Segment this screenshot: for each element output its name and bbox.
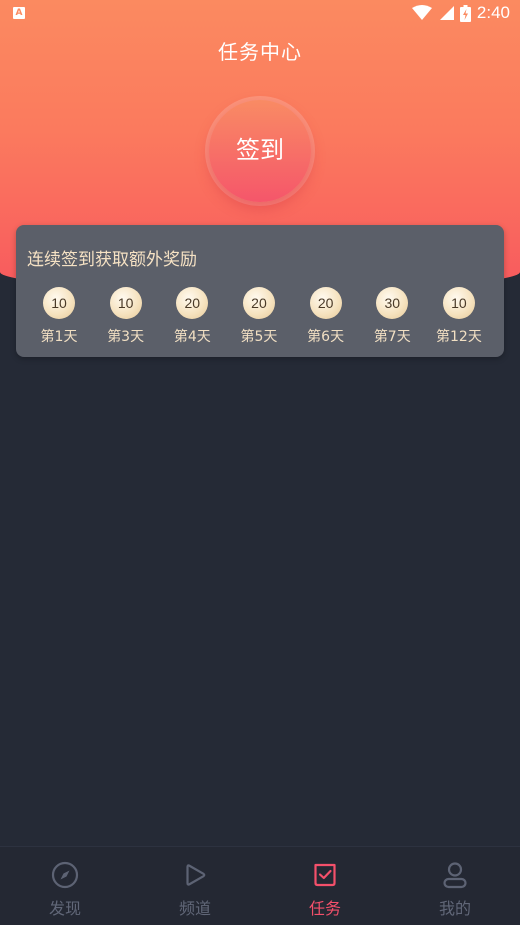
streak-reward-card: 连续签到获取额外奖励 10 第1天 10 第3天 20 第4天 20 第5天 2… <box>16 225 504 357</box>
task-check-icon <box>314 863 336 887</box>
user-icon <box>443 862 467 889</box>
reward-day-label: 第7天 <box>373 329 411 345</box>
wifi-icon <box>411 5 432 20</box>
reward-list: 10 第1天 10 第3天 20 第4天 20 第5天 20 第6天 30 第7… <box>26 287 492 346</box>
nav-item-discover[interactable]: 发现 <box>0 847 130 925</box>
reward-item: 10 第12天 <box>426 287 492 346</box>
app-notification-icon: A <box>13 7 25 19</box>
coin-badge: 10 <box>43 287 75 319</box>
battery-icon <box>459 4 471 22</box>
play-icon <box>186 864 206 886</box>
nav-item-profile[interactable]: 我的 <box>390 847 520 925</box>
reward-day-label: 第12天 <box>436 329 482 345</box>
reward-item: 20 第4天 <box>159 287 225 346</box>
nav-label: 我的 <box>438 899 471 918</box>
reward-day-label: 第4天 <box>173 329 211 345</box>
coin-badge: 30 <box>376 287 409 319</box>
compass-icon <box>51 861 79 889</box>
reward-day-label: 第6天 <box>307 329 345 345</box>
reward-card-title: 连续签到获取额外奖励 <box>27 250 197 270</box>
reward-day-label: 第5天 <box>240 329 278 345</box>
coin-badge: 20 <box>176 287 209 319</box>
signal-icon <box>439 6 454 20</box>
reward-item: 10 第3天 <box>93 287 159 346</box>
reward-item: 30 第7天 <box>359 287 425 346</box>
reward-item: 20 第5天 <box>226 287 292 346</box>
reward-item: 10 第1天 <box>26 287 92 346</box>
nav-label: 频道 <box>178 899 211 918</box>
coin-badge: 20 <box>309 287 342 319</box>
status-right: 2:40 <box>411 3 510 23</box>
status-time: 2:40 <box>476 3 510 22</box>
bottom-nav: 发现 频道 任务 我的 <box>0 846 520 925</box>
coin-badge: 10 <box>442 287 475 319</box>
coin-badge: 10 <box>109 287 142 319</box>
reward-day-label: 第1天 <box>40 329 78 345</box>
nav-label: 任务 <box>308 899 341 918</box>
reward-item: 20 第6天 <box>293 287 359 346</box>
page-title: 任务中心 <box>218 40 302 64</box>
reward-day-label: 第3天 <box>107 329 145 345</box>
nav-label: 发现 <box>48 899 81 918</box>
checkin-button[interactable]: 签到 <box>209 100 311 202</box>
nav-item-channel[interactable]: 频道 <box>130 847 260 925</box>
status-bar: A 2:40 <box>0 0 520 28</box>
coin-badge: 20 <box>242 287 275 319</box>
nav-item-tasks[interactable]: 任务 <box>260 847 390 925</box>
